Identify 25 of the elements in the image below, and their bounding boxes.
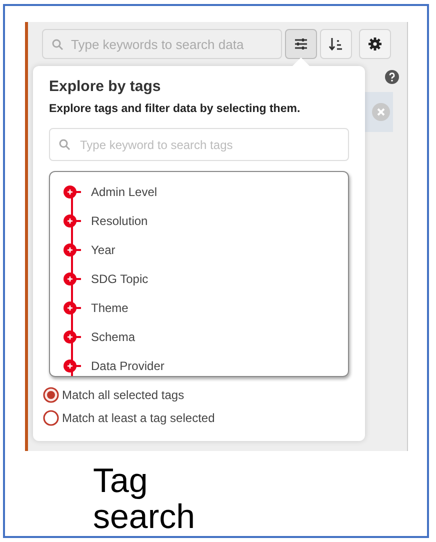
- settings-button[interactable]: [359, 29, 391, 59]
- tag-search-field[interactable]: Type keyword to search tags: [49, 128, 349, 162]
- tag-label[interactable]: Year: [91, 240, 116, 259]
- tag-label[interactable]: Admin Level: [91, 182, 158, 201]
- radio-label[interactable]: Match at least a tag selected: [62, 409, 215, 428]
- radio-button[interactable]: [43, 410, 59, 426]
- tag-label[interactable]: Theme: [91, 298, 128, 317]
- search-field[interactable]: Type keywords to search data: [42, 29, 282, 59]
- slide-caption: Tag search: [93, 463, 196, 535]
- sort-button[interactable]: [320, 29, 352, 59]
- radio-label[interactable]: Match all selected tags: [62, 386, 184, 404]
- filter-button[interactable]: [285, 29, 317, 59]
- help-icon[interactable]: [385, 70, 399, 84]
- sort-icon: [329, 37, 343, 51]
- settings-icon: [368, 37, 382, 51]
- tag-label[interactable]: Schema: [91, 328, 136, 346]
- search-icon: [52, 39, 63, 50]
- tag-label[interactable]: Resolution: [91, 212, 148, 230]
- tag-label[interactable]: Data Provider: [91, 356, 164, 375]
- tag-label[interactable]: SDG Topic: [91, 270, 148, 288]
- sliders-icon: [294, 37, 308, 51]
- search-icon: [59, 139, 70, 150]
- radio-button[interactable]: [43, 387, 59, 404]
- popover-subtitle: Explore tags and filter data by selecting them.: [49, 102, 302, 117]
- popover-title: Explore by tags: [49, 78, 162, 96]
